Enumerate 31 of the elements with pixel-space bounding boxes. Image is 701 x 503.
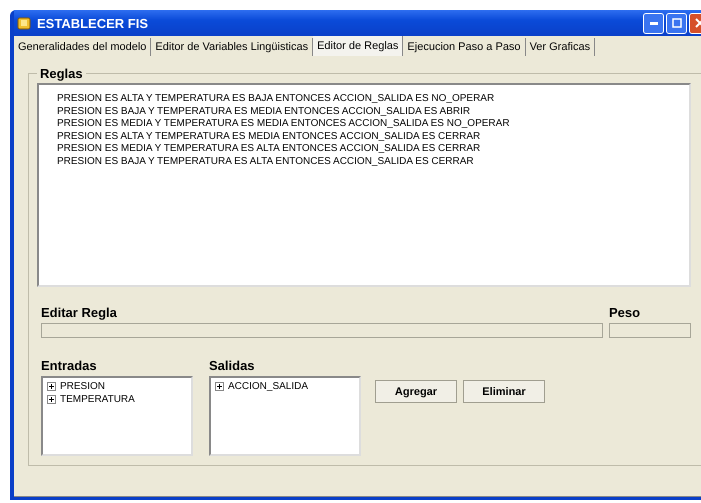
minimize-icon [650, 22, 658, 24]
tree-list[interactable]: ACCION_SALIDA [209, 376, 361, 456]
rule-item[interactable]: PRESION ES ALTA Y TEMPERATURA ES MEDIA ENTONCES ACCION_SALIDA ES CERRAR [57, 130, 689, 143]
list-label: Salidas [209, 358, 256, 373]
app-icon [16, 15, 32, 31]
expand-icon[interactable] [47, 382, 56, 391]
tree-item[interactable]: TEMPERATURA [60, 393, 135, 406]
window-title: ESTABLECER FIS [37, 16, 148, 30]
expand-icon[interactable] [47, 395, 56, 404]
edit-rule-label: Editar Regla [41, 305, 118, 320]
add-button[interactable]: Agregar [375, 380, 457, 403]
maximize-icon [672, 18, 682, 28]
rules-list[interactable] [37, 83, 691, 287]
rule-item[interactable]: PRESION ES MEDIA Y TEMPERATURA ES ALTA ENTONCES ACCION_SALIDA ES CERRAR [57, 143, 689, 156]
tab[interactable]: Editor de Reglas [313, 36, 404, 56]
rule-item[interactable]: PRESION ES BAJA Y TEMPERATURA ES MEDIA ENTONCES ACCION_SALIDA ES ABRIR [57, 106, 689, 118]
group-title: Reglas [39, 66, 84, 81]
rule-item[interactable]: PRESION ES BAJA Y TEMPERATURA ES ALTA ENTONCES ACCION_SALIDA ES CERRAR [57, 156, 689, 168]
weight-field[interactable] [609, 323, 691, 338]
tree-item[interactable]: ACCION_SALIDA [228, 380, 308, 393]
tree-list[interactable]: PRESION TEMPERATURA [41, 376, 193, 456]
rule-item[interactable]: PRESION ES MEDIA Y TEMPERATURA ES MEDIA ENTONCES ACCION_SALIDA ES NO_OPERAR [57, 118, 689, 130]
maximize-button[interactable] [666, 12, 687, 34]
weight-label: Peso [609, 305, 642, 320]
rule-field[interactable] [41, 323, 603, 338]
list-label: Entradas [41, 358, 98, 373]
tree-item[interactable]: PRESION [60, 380, 106, 393]
expand-icon[interactable] [215, 382, 224, 391]
delete-button[interactable]: Eliminar [463, 380, 545, 403]
minimize-button[interactable] [643, 12, 664, 34]
rule-item[interactable]: PRESION ES ALTA Y TEMPERATURA ES BAJA ENTONCES ACCION_SALIDA ES NO_OPERAR [57, 93, 689, 106]
